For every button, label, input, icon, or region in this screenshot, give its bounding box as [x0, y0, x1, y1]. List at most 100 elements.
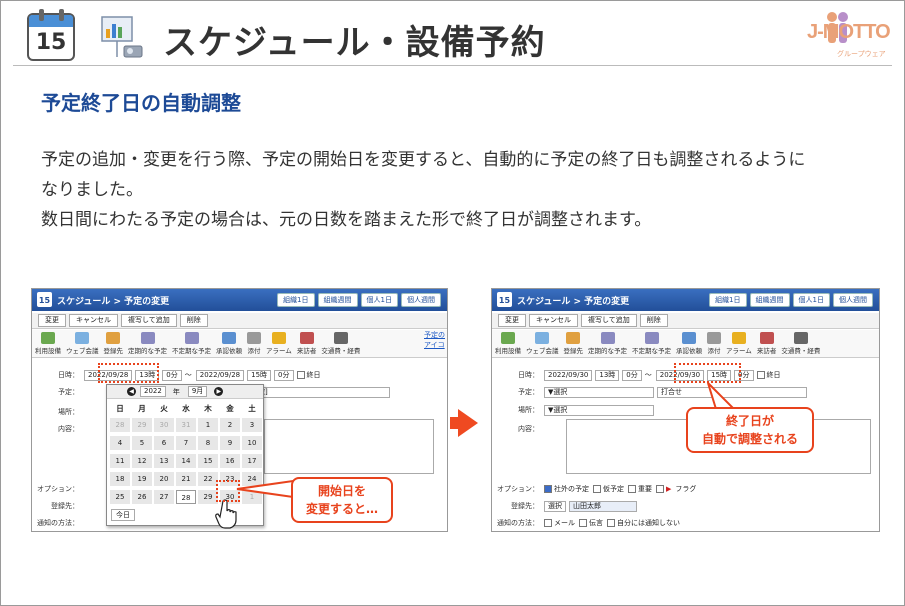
calendar-day-cell[interactable]: 31 — [176, 418, 196, 432]
toolbar-item-approval[interactable]: 承認依頼 — [216, 330, 242, 357]
train-icon — [333, 332, 348, 344]
calendar-day-cell[interactable]: 13 — [154, 454, 174, 468]
start-minute-select[interactable]: 0分 — [622, 369, 642, 381]
cancel-button[interactable]: キャンセル — [529, 314, 578, 327]
content-textarea[interactable] — [264, 419, 434, 474]
toolbar-item-web-meeting[interactable]: ウェブ会議 — [66, 330, 99, 357]
start-date-field[interactable]: 2022/09/30 — [544, 369, 593, 381]
weekday-header: 月 — [138, 404, 146, 413]
users-icon — [566, 332, 581, 344]
end-date-field[interactable]: 2022/09/28 — [195, 369, 245, 381]
plan-select[interactable]: ▼選択 — [544, 386, 654, 398]
cancel-button[interactable]: キャンセル — [69, 314, 118, 327]
org-week-button[interactable]: 組織週間 — [317, 293, 358, 307]
toolbar-item-facility[interactable]: 利用設備 — [35, 330, 61, 357]
org-week-button[interactable]: 組織週間 — [749, 293, 790, 307]
calendar-day-cell[interactable]: 14 — [176, 454, 196, 468]
toolbar-item-irregular[interactable]: 不定期な予定 — [172, 330, 211, 357]
calendar-day-cell[interactable]: 18 — [110, 472, 130, 486]
body-line: なりました。 — [41, 180, 143, 200]
calendar-day-cell[interactable]: 30 — [154, 418, 174, 432]
mail-checkbox[interactable] — [544, 519, 552, 527]
toolbar-item-web-meeting[interactable]: ウェブ会議 — [526, 330, 559, 357]
end-minute-select[interactable]: 0分 — [274, 369, 294, 381]
calendar-day-cell[interactable]: 15 — [198, 454, 218, 468]
toolbar-item-register[interactable]: 登録先 — [104, 330, 123, 357]
toolbar-item-attach[interactable]: 添付 — [247, 330, 261, 357]
copy-add-button[interactable]: 複写して追加 — [581, 314, 637, 327]
calendar-day-cell[interactable]: 27 — [154, 490, 174, 504]
start-hour-select[interactable]: 13時 — [595, 369, 620, 381]
calendar-day-cell[interactable]: 1 — [198, 418, 218, 432]
toolbar-item-repeat[interactable]: 定期的な予定 — [128, 330, 167, 357]
select-button[interactable]: 選択 — [544, 500, 566, 512]
prev-month-icon[interactable]: ◀ — [127, 387, 136, 396]
calendar-day-cell[interactable]: 19 — [132, 472, 152, 486]
calendar-day-cell[interactable]: 22 — [198, 472, 218, 486]
calendar-day-cell[interactable]: 11 — [110, 454, 130, 468]
calendar-day-cell[interactable]: 8 — [198, 436, 218, 450]
toolbar-item-alarm[interactable]: アラーム — [266, 330, 292, 357]
calendar-day-cell[interactable]: 21 — [176, 472, 196, 486]
calendar-day-cell[interactable]: 5 — [132, 436, 152, 450]
allday-checkbox[interactable] — [296, 371, 305, 379]
toolbar-item-facility[interactable]: 利用設備 — [495, 330, 521, 357]
help-link[interactable]: 予定の — [424, 330, 445, 340]
icon-link[interactable]: アイコ — [424, 340, 445, 350]
today-button[interactable]: 今日 — [111, 509, 135, 521]
personal-week-button[interactable]: 個人週間 — [401, 293, 441, 307]
toolbar-item-repeat[interactable]: 定期的な予定 — [588, 330, 627, 357]
flag-icon: ▶ — [666, 485, 672, 493]
toolbar-item-attach[interactable]: 添付 — [707, 330, 721, 357]
calendar-day-cell[interactable]: 9 — [220, 436, 240, 450]
end-hour-select[interactable]: 15時 — [247, 369, 272, 381]
toolbar-item-approval[interactable]: 承認依頼 — [676, 330, 702, 357]
calendar-day-cell[interactable]: 10 — [242, 436, 262, 450]
calendar-day-cell[interactable]: 25 — [110, 490, 130, 504]
external-checkbox[interactable] — [544, 485, 552, 493]
personal-week-button[interactable]: 個人週間 — [833, 293, 873, 307]
calendar-day-cell[interactable]: 2 — [220, 418, 240, 432]
calendar-day-cell[interactable]: 28 — [110, 418, 130, 432]
change-button[interactable]: 変更 — [38, 314, 66, 327]
toolbar-item-expense[interactable]: 交通費・経費 — [781, 330, 820, 357]
toolbar-item-visitor[interactable]: 来訪者 — [297, 330, 316, 357]
calendar-day-cell[interactable]: 16 — [220, 454, 240, 468]
calendar-day-cell[interactable]: 4 — [110, 436, 130, 450]
delete-button[interactable]: 削除 — [179, 314, 208, 327]
month-select[interactable]: 9月 — [187, 386, 208, 397]
calendar-day-cell[interactable]: 12 — [132, 454, 152, 468]
calendar-day-cell[interactable]: 7 — [176, 436, 196, 450]
personal-day-button[interactable]: 個人1日 — [360, 293, 398, 307]
toolbar-item-expense[interactable]: 交通費・経費 — [321, 330, 360, 357]
calendar-day-cell[interactable]: 26 — [132, 490, 152, 504]
toolbar-item-visitor[interactable]: 来訪者 — [757, 330, 776, 357]
org-day-button[interactable]: 組織1日 — [709, 293, 747, 307]
copy-add-button[interactable]: 複写して追加 — [121, 314, 177, 327]
org-day-button[interactable]: 組織1日 — [277, 293, 315, 307]
toolbar-item-irregular[interactable]: 不定期な予定 — [632, 330, 671, 357]
important-checkbox[interactable] — [628, 485, 636, 493]
calendar-day-cell[interactable]: 28 — [176, 490, 196, 504]
weekday-header: 金 — [226, 404, 234, 413]
next-month-icon[interactable]: ▶ — [214, 387, 224, 396]
calendar-day-cell[interactable]: 3 — [242, 418, 262, 432]
change-button[interactable]: 変更 — [498, 314, 526, 327]
message-checkbox[interactable] — [579, 519, 587, 527]
toolbar-item-register[interactable]: 登録先 — [564, 330, 583, 357]
flag-checkbox[interactable] — [656, 485, 664, 493]
calendar-day-cell[interactable]: 6 — [154, 436, 174, 450]
calendar-day-cell[interactable]: 20 — [154, 472, 174, 486]
delete-button[interactable]: 削除 — [639, 314, 668, 327]
place-select[interactable]: ▼選択 — [544, 404, 654, 416]
no-self-notify-checkbox[interactable] — [607, 519, 615, 527]
calendar-day-cell[interactable]: 29 — [132, 418, 152, 432]
calendar-day-cell[interactable]: 17 — [242, 454, 262, 468]
start-minute-select[interactable]: 0分 — [162, 369, 182, 381]
facility-icon — [501, 332, 515, 344]
year-select[interactable]: 2022 — [140, 386, 166, 397]
toolbar-item-alarm[interactable]: アラーム — [726, 330, 752, 357]
personal-day-button[interactable]: 個人1日 — [792, 293, 830, 307]
tentative-checkbox[interactable] — [593, 485, 601, 493]
allday-checkbox[interactable] — [756, 371, 765, 379]
